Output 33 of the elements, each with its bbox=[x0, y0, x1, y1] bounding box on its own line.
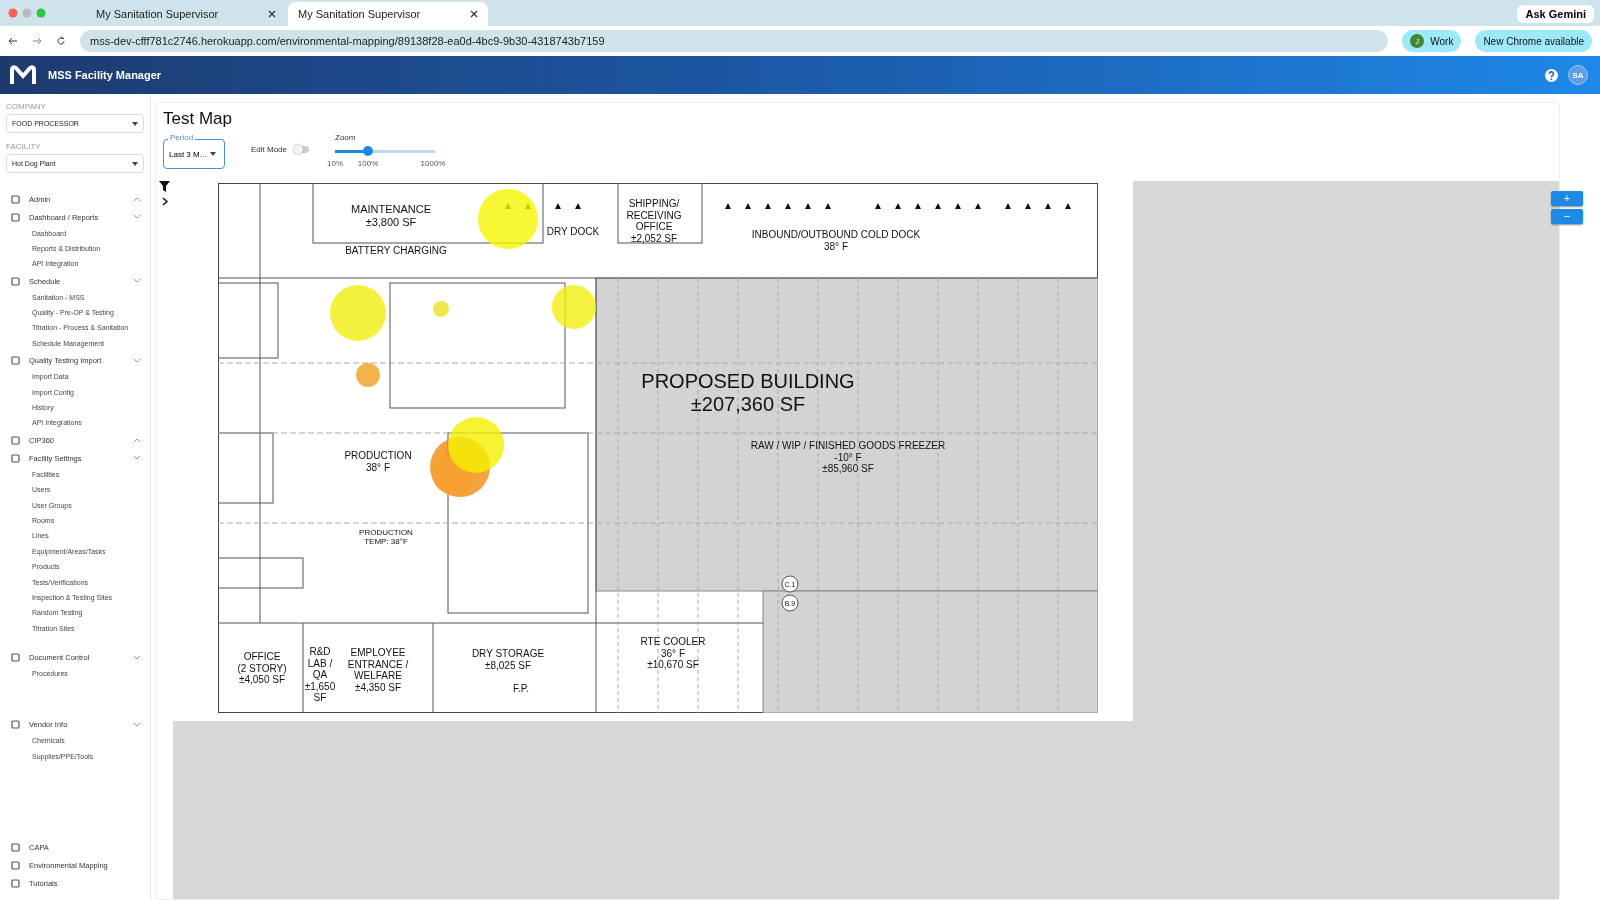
zoom-tick-label: 1000% bbox=[420, 159, 446, 168]
room-label: MAINTENANCE ±3,800 SF bbox=[350, 203, 432, 228]
zoom-label: Zoom bbox=[335, 133, 357, 142]
period-value: Last 3 M... bbox=[169, 149, 207, 159]
update-button[interactable]: New Chrome available bbox=[1475, 30, 1592, 52]
zoom-tick-label: 100% bbox=[357, 159, 379, 168]
room-label: DRY DOCK bbox=[546, 226, 600, 237]
room-label: SHIPPING/ RECEIVING OFFICE ±2,052 SF bbox=[626, 198, 682, 244]
room-label: PRODUCTION TEMP: 38°F bbox=[359, 528, 413, 547]
browser-tab[interactable]: My Sanitation Supervisor bbox=[288, 2, 488, 26]
room-label: OFFICE (2 STORY) ±4,050 SF bbox=[237, 651, 287, 685]
room-label: F.P. bbox=[513, 683, 529, 694]
room-label: BATTERY CHARGING bbox=[345, 245, 447, 256]
field-label: COMPANY bbox=[6, 102, 47, 111]
page-title: Test Map bbox=[163, 109, 233, 129]
room-label: DRY STORAGE ±8,025 SF bbox=[471, 648, 545, 671]
address-bar[interactable]: mss-dev-cfff781c2746.herokuapp.com/environmental-mapping/89138f28-ea0d-4bc9-9b30-4318743b7159 bbox=[80, 30, 1389, 52]
period-label: Period bbox=[168, 134, 196, 142]
room-label: RAW / WIP / FINISHED GOODS FREEZER -10° F ±85,960 SF bbox=[750, 440, 946, 474]
room-label: EMPLOYEE ENTRANCE / WELFARE ±4,350 SF bbox=[347, 647, 409, 693]
room-label: PROPOSED BUILDING ±207,360 SF bbox=[641, 370, 855, 415]
zoom-in-button[interactable]: + bbox=[1551, 191, 1583, 206]
zoom-tick-label: 10% bbox=[327, 159, 344, 168]
zoom-out-button[interactable]: − bbox=[1551, 209, 1583, 224]
room-label: PRODUCTION 38° F bbox=[344, 450, 412, 473]
edit-mode-label: Edit Mode bbox=[251, 145, 288, 154]
room-label: INBOUND/OUTBOUND COLD DOCK 38° F bbox=[751, 229, 921, 252]
room-label: RTE COOLER 36° F ±10,670 SF bbox=[640, 636, 706, 670]
field-label: FACILITY bbox=[6, 142, 42, 151]
room-label: R&D LAB / QA ±1,650 SF bbox=[304, 646, 336, 703]
browser-tab[interactable]: My Sanitation Supervisor bbox=[86, 2, 286, 26]
app-title: MSS Facility Manager bbox=[48, 69, 162, 81]
ask-gemini-button[interactable]: Ask Gemini bbox=[1517, 5, 1594, 23]
